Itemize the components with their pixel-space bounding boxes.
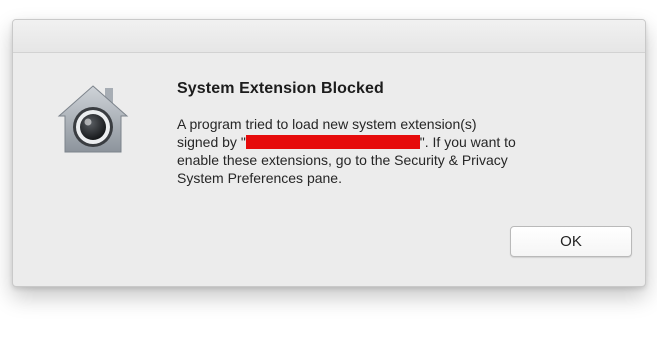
message-line-2: signed by " ". If you want to bbox=[177, 133, 622, 151]
message-line-4: System Preferences pane. bbox=[177, 170, 342, 186]
system-extension-blocked-dialog: System Extension Blocked A program tried… bbox=[12, 19, 646, 287]
dialog-title: System Extension Blocked bbox=[177, 80, 384, 97]
dialog-message: A program tried to load new system exten… bbox=[177, 115, 622, 187]
message-line-1: A program tried to load new system exten… bbox=[177, 116, 477, 132]
message-line-3: enable these extensions, go to the Secur… bbox=[177, 152, 508, 168]
message-line-2-suffix: ". If you want to bbox=[419, 134, 516, 150]
redacted-signer-name bbox=[245, 135, 420, 149]
dialog-titlebar bbox=[13, 20, 645, 53]
gatekeeper-house-lock-icon bbox=[55, 80, 131, 156]
screen: System Extension Blocked A program tried… bbox=[0, 0, 657, 356]
message-line-2-prefix: signed by " bbox=[177, 134, 246, 150]
ok-button[interactable]: OK bbox=[510, 226, 632, 257]
dialog-content: System Extension Blocked A program tried… bbox=[177, 80, 622, 187]
